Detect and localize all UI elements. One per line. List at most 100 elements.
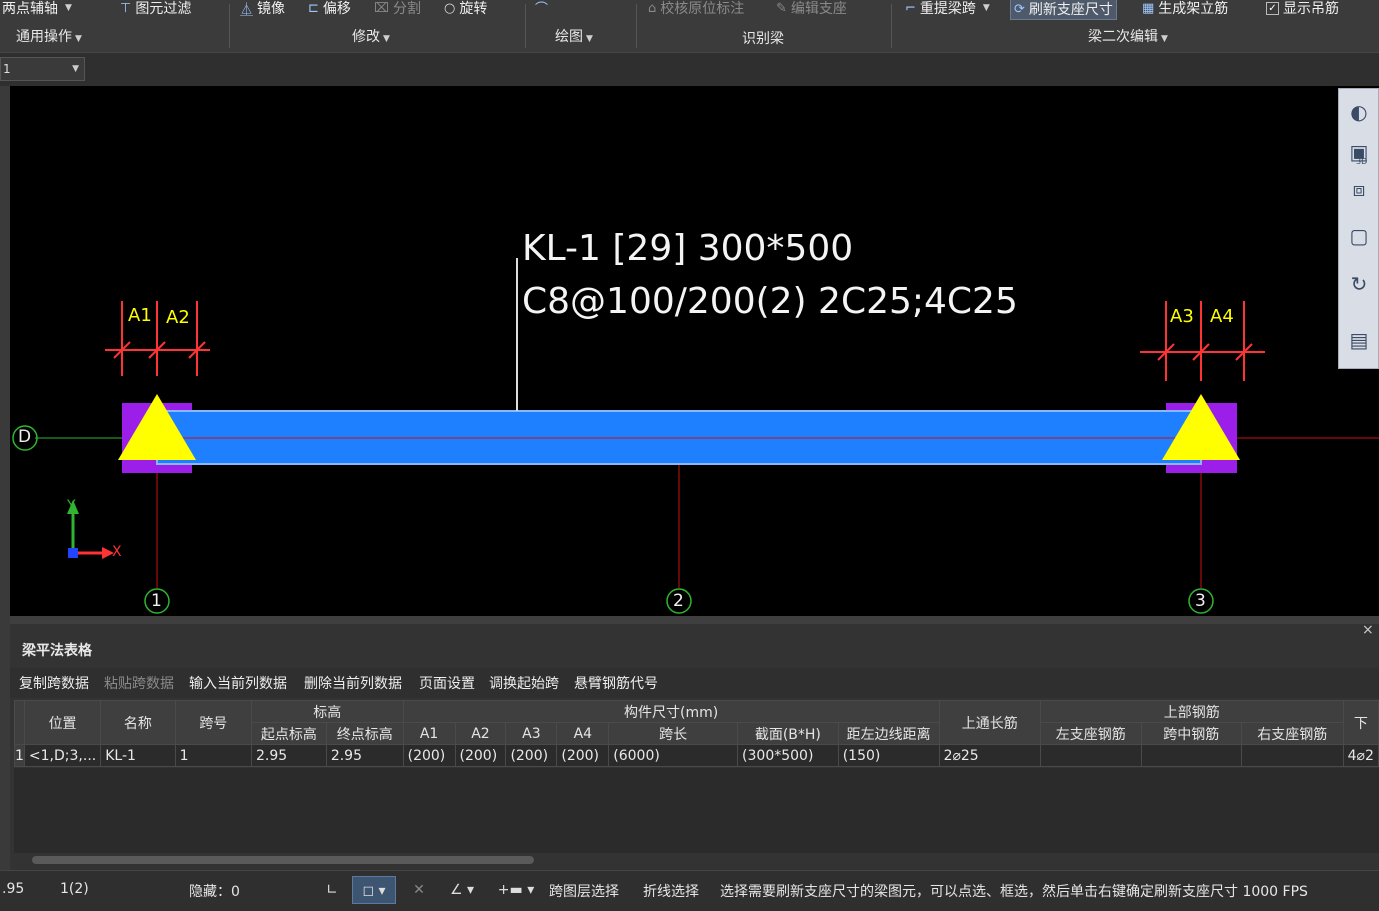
box-view-icon[interactable]: ▢ [1344,221,1374,251]
cell-bottom-cut[interactable]: 4⌀2 [1342,744,1379,767]
col-section[interactable]: 截面(B*H) [737,722,839,745]
col-a3[interactable]: A3 [505,722,558,745]
cell-section[interactable]: (300*500) [737,744,839,767]
col-a4[interactable]: A4 [556,722,610,745]
show-hanger-rebar-checkbox[interactable]: ✓ 显示吊筋 [1266,0,1339,18]
col-dist-left[interactable]: 距左边线距离 [837,722,940,745]
cell-top-through[interactable]: 2⌀25 [938,744,1041,767]
delete-column-data-button[interactable]: 删除当前列数据 [304,673,402,693]
element-filter-button[interactable]: ⊤ 图元过滤 [120,0,191,18]
cantilever-rebar-code-button[interactable]: 悬臂钢筋代号 [574,673,658,693]
polyline-select-button[interactable]: 折线选择 [643,881,699,901]
rotate-icon[interactable]: ↻ [1344,269,1374,299]
cross-layer-select-button[interactable]: 跨图层选择 [549,881,619,901]
cell-start-elev[interactable]: 2.95 [250,744,327,767]
col-a2[interactable]: A2 [454,722,507,745]
cell-a3[interactable]: (200) [505,744,558,767]
3d-view-icon[interactable]: ▣ 3D [1344,137,1374,167]
col-start-elev[interactable]: 起点标高 [250,722,327,745]
row-index[interactable]: 1 [14,744,25,767]
scrollbar-thumb[interactable] [32,856,534,864]
ribbon-separator [636,4,637,48]
swap-start-span-button[interactable]: 调换起始跨 [489,673,559,693]
col-group-top-rebar: 上部钢筋 [1039,700,1344,723]
refresh-support-size-button[interactable]: ⟳ 刷新支座尺寸 [1010,0,1117,20]
view-toolbar: ◐ ▣ 3D ⧈ ▢ ↻ ▤ [1338,88,1379,369]
angle-snap-icon[interactable]: ∠ ▾ [440,876,484,904]
col-right-support[interactable]: 右支座钢筋 [1241,722,1344,745]
group-draw[interactable]: 绘图 ▼ [555,26,593,46]
mirror-button[interactable]: ⏅ 镜像 [240,0,285,18]
col-mid-span[interactable]: 跨中钢筋 [1140,722,1243,745]
offset-button[interactable]: ⊏ 偏移 [308,0,351,18]
floor-select[interactable]: 1 ▼ [0,57,85,81]
group-general-ops[interactable]: 通用操作 ▼ [16,26,82,46]
cell-a4[interactable]: (200) [556,744,610,767]
col-top-through[interactable]: 上通长筋 [938,700,1041,745]
orbit-icon[interactable]: ◐ [1344,97,1374,127]
drawing-svg [12,258,1379,614]
secondary-toolbar [0,52,1379,87]
group-beam-secondary-edit[interactable]: 梁二次编辑 ▼ [1088,26,1168,46]
split-button[interactable]: ⌧ 分割 [374,0,421,18]
point-axis-button[interactable]: 两点辅轴 ▼ [2,0,72,18]
check-icon: ⌂ [648,0,657,16]
snap-point-icon[interactable]: +▬ ▾ [494,876,538,904]
cell-left-support[interactable] [1039,744,1142,767]
generate-stand-rebar-button[interactable]: ▦ 生成架立筋 [1142,0,1228,18]
cell-name[interactable]: KL-1 [100,744,176,767]
orthogonal-icon[interactable]: ∟ [318,876,346,904]
draw-arc-button[interactable]: ⌒ [535,0,548,17]
col-position[interactable]: 位置 [23,700,102,745]
filter-icon: ⊤ [120,0,132,16]
cell-a2[interactable]: (200) [454,744,507,767]
ucs-y-label: Y [67,498,76,514]
col-name[interactable]: 名称 [100,700,176,745]
mirror-icon: ⏅ [240,2,254,18]
drawing-canvas[interactable]: KL-1 [29] 300*500 C8@100/200(2) 2C25;4C2… [10,86,1379,616]
paste-span-data-button[interactable]: 粘贴跨数据 [104,673,174,693]
input-column-data-button[interactable]: 输入当前列数据 [189,673,287,693]
view-settings-icon[interactable]: ▤ [1344,325,1374,355]
top-view-icon[interactable]: ⧈ [1344,174,1374,204]
cross-icon[interactable]: ✕ [404,876,434,904]
split-icon: ⌧ [374,0,389,16]
chevron-down-icon: ▼ [72,64,79,74]
cell-span-len[interactable]: (6000) [608,744,739,767]
cell-a1[interactable]: (200) [402,744,456,767]
rotate-button[interactable]: ○ 旋转 [444,0,487,18]
ucs-x-label: X [112,544,122,560]
group-identify-beam: 识别梁 [742,31,784,47]
edit-support-button[interactable]: ✎ 编辑支座 [776,0,847,18]
cell-position[interactable]: <1,D;3,... [23,744,102,767]
check-label-button[interactable]: ⌂ 校核原位标注 [648,0,744,18]
page-setup-button[interactable]: 页面设置 [419,673,475,693]
col-a1[interactable]: A1 [402,722,456,745]
table-row[interactable]: 1 <1,D;3,... KL-1 1 2.95 2.95 (200) (200… [14,744,1379,767]
grid-icon: ▦ [1142,0,1155,16]
copy-span-data-button[interactable]: 复制跨数据 [19,673,89,693]
re-extract-span-button[interactable]: ⌐ 重提梁跨 ▼ [905,0,990,18]
close-icon[interactable]: × [1362,622,1374,638]
ribbon-separator [891,4,892,48]
axis-label-d: D [18,427,32,447]
dim-a3: A3 [1170,306,1194,327]
ucs-origin [68,548,78,558]
panel-splitter[interactable] [10,616,1379,624]
cell-right-support[interactable] [1241,744,1344,767]
selection-mode-icon[interactable]: ◻ ▾ [352,876,396,904]
group-modify[interactable]: 修改 ▼ [352,26,390,46]
dim-a1: A1 [128,305,152,326]
col-left-support[interactable]: 左支座钢筋 [1039,722,1142,745]
dim-a4: A4 [1210,306,1234,327]
col-span-no[interactable]: 跨号 [174,700,252,745]
checkbox-checked-icon: ✓ [1266,1,1279,15]
col-end-elev[interactable]: 终点标高 [325,722,404,745]
cell-dist-left[interactable]: (150) [837,744,940,767]
col-span-len[interactable]: 跨长 [608,722,739,745]
cell-mid-span[interactable] [1140,744,1243,767]
cell-end-elev[interactable]: 2.95 [325,744,404,767]
left-dock-strip [0,86,10,886]
cell-span-no[interactable]: 1 [174,744,252,767]
col-bottom-cut[interactable]: 下 [1342,700,1379,745]
